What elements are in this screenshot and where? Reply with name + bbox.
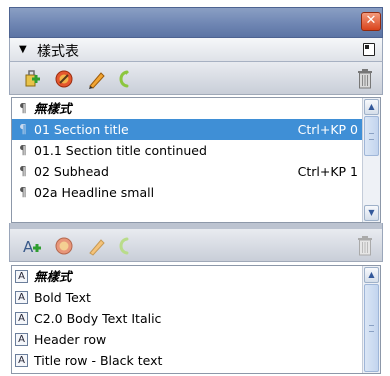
scroll-up-icon[interactable]: ▲: [364, 99, 379, 115]
style-name: C2.0 Body Text Italic: [34, 311, 162, 326]
pencil-icon[interactable]: [86, 69, 106, 89]
new-paragraph-style-icon[interactable]: [22, 69, 42, 89]
list-item[interactable]: A C2.0 Body Text Italic: [12, 308, 362, 329]
character-style-icon: A: [15, 291, 28, 304]
close-button[interactable]: ✕: [361, 12, 381, 31]
update-style-icon[interactable]: [114, 236, 134, 256]
vertical-scrollbar[interactable]: ▲ ▼: [362, 98, 380, 222]
scroll-down-icon[interactable]: ▼: [364, 205, 379, 221]
style-name: 01.1 Section title continued: [34, 143, 207, 158]
paragraph-style-icon: ¶: [19, 185, 27, 199]
list-item[interactable]: ¶ 02a Headline small: [12, 182, 362, 203]
style-name: 02a Headline small: [34, 185, 155, 200]
paragraph-style-icon: ¶: [19, 164, 27, 178]
edit-style-icon[interactable]: [54, 69, 74, 89]
paragraph-style-icon: ¶: [19, 122, 27, 136]
panel-title: 樣式表: [37, 44, 79, 60]
character-styles-toolbar: A: [9, 229, 383, 262]
paragraph-styles-list[interactable]: ¶ 無樣式 ¶ 01 Section title Ctrl+KP 0 ¶ 01.…: [11, 97, 381, 223]
paragraph-style-icon: ¶: [19, 143, 27, 157]
edit-style-icon[interactable]: [54, 236, 74, 256]
list-item[interactable]: A Bold Text: [12, 287, 362, 308]
style-name: 01 Section title: [34, 122, 129, 137]
update-style-icon[interactable]: [114, 69, 134, 89]
character-style-icon: A: [15, 333, 28, 346]
scroll-thumb[interactable]: [364, 116, 379, 156]
style-name: 無樣式: [34, 101, 72, 116]
paragraph-styles-toolbar: [9, 62, 383, 95]
panel-header[interactable]: ▼ 樣式表: [9, 38, 383, 62]
pencil-icon[interactable]: [86, 236, 106, 256]
paragraph-style-icon: ¶: [19, 101, 27, 115]
list-item[interactable]: ¶ 01.1 Section title continued: [12, 140, 362, 161]
vertical-scrollbar[interactable]: ▲: [362, 266, 380, 373]
list-item[interactable]: ¶ 無樣式: [12, 98, 362, 119]
list-item[interactable]: A Title row - Black text: [12, 350, 362, 371]
character-styles-rows: A 無樣式 A Bold Text A C2.0 Body Text Itali…: [12, 266, 362, 373]
scroll-up-icon[interactable]: ▲: [364, 267, 379, 283]
list-item[interactable]: A Header row: [12, 329, 362, 350]
trash-icon[interactable]: [357, 235, 373, 256]
list-item-selected[interactable]: ¶ 01 Section title Ctrl+KP 0: [12, 119, 362, 140]
style-name: Header row: [34, 332, 107, 347]
style-shortcut: Ctrl+KP 0: [297, 122, 358, 137]
character-style-icon: A: [15, 354, 28, 367]
collapse-arrow-icon[interactable]: ▼: [19, 44, 27, 55]
character-style-icon: A: [15, 312, 28, 325]
scroll-thumb[interactable]: [364, 284, 379, 372]
character-style-icon: A: [15, 270, 28, 283]
new-character-style-icon[interactable]: A: [22, 236, 42, 256]
style-name: Bold Text: [34, 290, 91, 305]
list-item[interactable]: A 無樣式: [12, 266, 362, 287]
panel-menu-icon[interactable]: [363, 43, 375, 56]
paragraph-styles-rows: ¶ 無樣式 ¶ 01 Section title Ctrl+KP 0 ¶ 01.…: [12, 98, 362, 222]
style-name: 無樣式: [34, 269, 72, 284]
style-name: Title row - Black text: [34, 353, 163, 368]
style-name: 02 Subhead: [34, 164, 109, 179]
style-shortcut: Ctrl+KP 1: [297, 164, 358, 179]
palette-titlebar[interactable]: ✕: [9, 7, 383, 38]
style-sheets-panel: ✕ ▼ 樣式表 ¶ 無樣式 ¶ 01 Section title Ctrl+KP…: [0, 0, 390, 376]
trash-icon[interactable]: [357, 68, 373, 89]
list-item[interactable]: ¶ 02 Subhead Ctrl+KP 1: [12, 161, 362, 182]
svg-text:A: A: [23, 238, 34, 256]
character-styles-list[interactable]: A 無樣式 A Bold Text A C2.0 Body Text Itali…: [11, 265, 381, 374]
